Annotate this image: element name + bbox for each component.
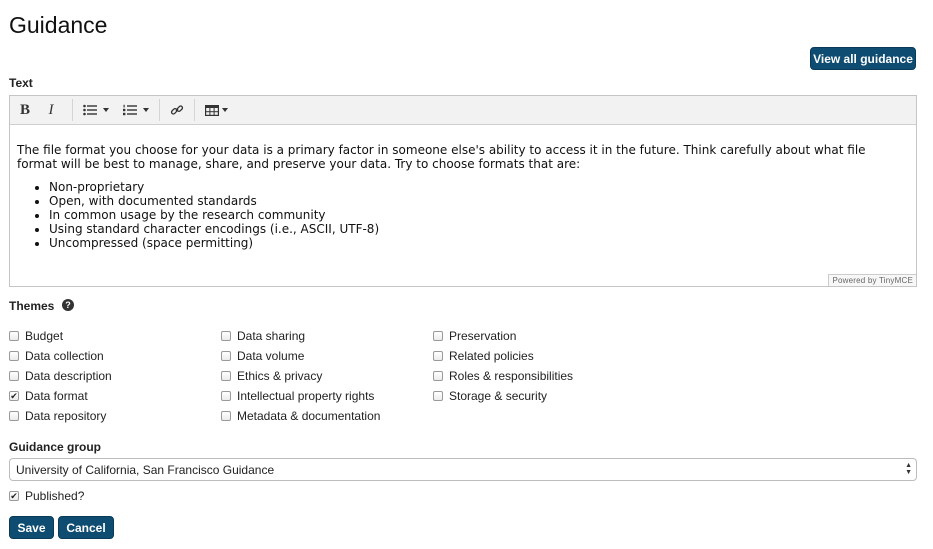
italic-button[interactable]: I bbox=[36, 98, 66, 122]
checkbox-checked[interactable]: ✔ bbox=[9, 391, 19, 401]
guidance-paragraph: The file format you choose for your data… bbox=[17, 143, 866, 171]
toolbar-divider bbox=[159, 99, 160, 121]
text-field-label: Text bbox=[9, 76, 33, 90]
toolbar-divider bbox=[194, 99, 195, 121]
bold-button[interactable]: B bbox=[14, 98, 36, 122]
list-item: Uncompressed (space permitting) bbox=[49, 236, 908, 250]
editor-content[interactable]: The file format you choose for your data… bbox=[10, 125, 916, 250]
view-all-guidance-button[interactable]: View all guidance bbox=[810, 47, 916, 70]
guidance-bullet-list: Non-proprietary Open, with documented st… bbox=[17, 180, 908, 250]
rich-text-editor: B I The file format you choose for your … bbox=[9, 95, 917, 287]
toolbar-divider bbox=[72, 99, 73, 121]
theme-checkbox-related-policies[interactable]: Related policies bbox=[433, 349, 534, 363]
theme-checkbox-budget[interactable]: Budget bbox=[9, 329, 63, 343]
question-circle-icon[interactable]: ? bbox=[62, 299, 74, 311]
list-item: Using standard character encodings (i.e.… bbox=[49, 222, 908, 236]
numbered-list-icon bbox=[123, 104, 137, 116]
table-button[interactable] bbox=[201, 98, 231, 122]
cancel-button[interactable]: Cancel bbox=[58, 516, 114, 539]
theme-checkbox-ethics-privacy[interactable]: Ethics & privacy bbox=[221, 369, 322, 383]
link-button[interactable] bbox=[166, 98, 188, 122]
checkbox[interactable] bbox=[221, 331, 231, 341]
published-checkbox[interactable]: ✔ Published? bbox=[9, 489, 84, 503]
theme-checkbox-data-format[interactable]: ✔ Data format bbox=[9, 389, 88, 403]
theme-checkbox-data-repository[interactable]: Data repository bbox=[9, 409, 106, 423]
checkbox[interactable] bbox=[9, 331, 19, 341]
link-icon bbox=[170, 105, 184, 115]
list-item: In common usage by the research communit… bbox=[49, 208, 908, 222]
theme-checkbox-data-volume[interactable]: Data volume bbox=[221, 349, 304, 363]
guidance-group-selected-value: University of California, San Francisco … bbox=[16, 463, 275, 477]
checkbox-checked[interactable]: ✔ bbox=[9, 491, 19, 501]
checkbox[interactable] bbox=[433, 371, 443, 381]
chevron-down-icon bbox=[221, 108, 228, 112]
chevron-down-icon bbox=[103, 108, 109, 112]
editor-toolbar: B I bbox=[10, 96, 916, 125]
table-icon bbox=[204, 104, 219, 116]
bullet-list-icon bbox=[83, 104, 97, 116]
checkbox[interactable] bbox=[221, 371, 231, 381]
save-button[interactable]: Save bbox=[9, 516, 54, 539]
checkbox[interactable] bbox=[433, 331, 443, 341]
checkbox[interactable] bbox=[433, 351, 443, 361]
theme-checkbox-data-collection[interactable]: Data collection bbox=[9, 349, 104, 363]
list-item: Open, with documented standards bbox=[49, 194, 908, 208]
list-item: Non-proprietary bbox=[49, 180, 908, 194]
checkbox[interactable] bbox=[221, 351, 231, 361]
checkbox[interactable] bbox=[9, 371, 19, 381]
bullet-list-button[interactable] bbox=[79, 98, 113, 122]
guidance-group-label: Guidance group bbox=[9, 440, 102, 454]
theme-checkbox-data-description[interactable]: Data description bbox=[9, 369, 112, 383]
checkbox[interactable] bbox=[221, 411, 231, 421]
page-title: Guidance bbox=[9, 12, 108, 38]
theme-checkbox-metadata-documentation[interactable]: Metadata & documentation bbox=[221, 409, 380, 423]
checkbox[interactable] bbox=[9, 411, 19, 421]
checkbox[interactable] bbox=[9, 351, 19, 361]
theme-checkbox-preservation[interactable]: Preservation bbox=[433, 329, 516, 343]
select-arrows-icon: ▲ ▼ bbox=[905, 462, 912, 476]
checkbox[interactable] bbox=[433, 391, 443, 401]
checkbox[interactable] bbox=[221, 391, 231, 401]
theme-checkbox-roles-responsibilities[interactable]: Roles & responsibilities bbox=[433, 369, 573, 383]
numbered-list-button[interactable] bbox=[119, 98, 153, 122]
chevron-down-icon bbox=[143, 108, 149, 112]
theme-checkbox-storage-security[interactable]: Storage & security bbox=[433, 389, 547, 403]
themes-label: Themes bbox=[9, 299, 55, 313]
theme-checkbox-data-sharing[interactable]: Data sharing bbox=[221, 329, 305, 343]
powered-by-tinymce[interactable]: Powered by TinyMCE bbox=[828, 274, 916, 286]
guidance-group-select[interactable]: University of California, San Francisco … bbox=[9, 458, 917, 481]
theme-checkbox-intellectual-property-rights[interactable]: Intellectual property rights bbox=[221, 389, 374, 403]
